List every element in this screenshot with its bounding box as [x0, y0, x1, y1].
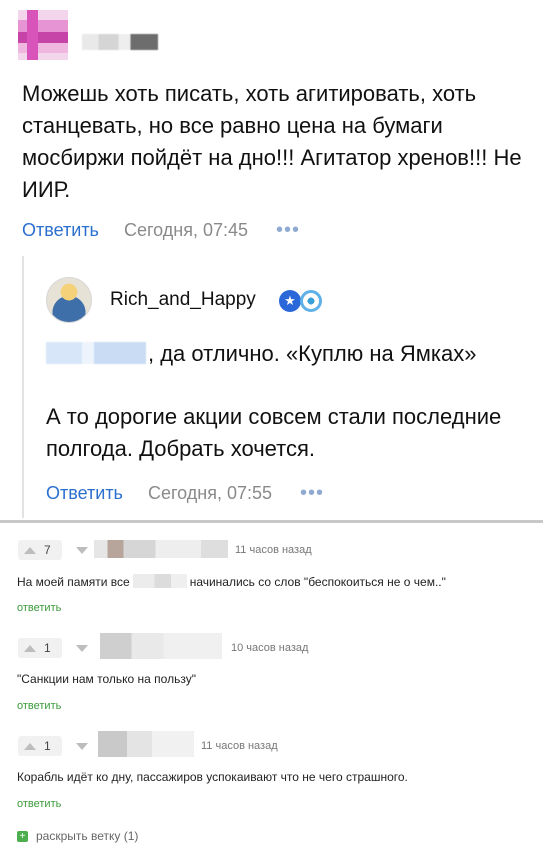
- more-options-icon[interactable]: •••: [276, 219, 300, 242]
- target-badge-icon: [300, 290, 322, 312]
- reply-text-line1: , да отлично. «Куплю на Ямках»: [148, 341, 477, 366]
- comment-text: Корабль идёт ко дну, пассажиров успокаив…: [17, 770, 408, 784]
- vote-count: 1: [44, 641, 51, 655]
- author-name-redacted[interactable]: [82, 34, 158, 50]
- mention-redacted[interactable]: [46, 342, 146, 364]
- star-badge-icon: ★: [279, 290, 301, 312]
- post-actions: Ответить Сегодня, 07:45 •••: [22, 219, 300, 242]
- comment-reply-button[interactable]: ответить: [17, 602, 61, 614]
- upvote-icon[interactable]: [24, 546, 36, 554]
- author-avatar[interactable]: [18, 10, 68, 60]
- reply-more-options-icon[interactable]: •••: [300, 482, 324, 505]
- upvote-control[interactable]: 1: [18, 638, 62, 658]
- reply-button[interactable]: Ответить: [22, 220, 99, 241]
- vote-count: 1: [44, 739, 51, 753]
- reply-author-name[interactable]: Rich_and_Happy: [110, 289, 256, 311]
- comment-time: 10 часов назад: [231, 642, 309, 654]
- comment-time: 11 часов назад: [201, 740, 278, 752]
- downvote-icon[interactable]: [76, 645, 88, 652]
- commenter-redacted[interactable]: [98, 731, 194, 757]
- comment-text-redacted: [132, 574, 187, 588]
- reply-reply-button[interactable]: Ответить: [46, 483, 123, 504]
- reply-author-avatar[interactable]: [46, 277, 92, 323]
- downvote-icon[interactable]: [76, 547, 88, 554]
- thread-line: [22, 256, 24, 518]
- comment-text-end: начинались со слов "беспокоиться не о че…: [189, 575, 446, 589]
- reply-text-line2: А то дорогие акции совсем стали последни…: [46, 404, 502, 461]
- post-timestamp: Сегодня, 07:45: [123, 220, 248, 240]
- vote-count: 7: [44, 543, 51, 557]
- comment-text-start: На моей памяти все: [17, 575, 130, 589]
- comment-reply-button[interactable]: ответить: [17, 798, 61, 810]
- expand-thread-button[interactable]: + раскрыть ветку (1): [17, 829, 138, 843]
- upvote-control[interactable]: 7: [18, 540, 62, 560]
- reply-actions: Ответить Сегодня, 07:55 •••: [46, 482, 324, 505]
- commenter-redacted[interactable]: [94, 540, 228, 558]
- upvote-icon[interactable]: [24, 742, 36, 750]
- plus-icon: +: [17, 830, 28, 842]
- comment-reply-button[interactable]: ответить: [17, 700, 61, 712]
- downvote-icon[interactable]: [76, 743, 88, 750]
- main-post: Можешь хоть писать, хоть агитировать, хо…: [0, 0, 543, 520]
- commenter-redacted[interactable]: [100, 633, 222, 659]
- upvote-control[interactable]: 1: [18, 736, 62, 756]
- comment-text: "Санкции нам только на пользу": [17, 672, 196, 686]
- upvote-icon[interactable]: [24, 644, 36, 652]
- comment-time: 11 часов назад: [235, 544, 312, 556]
- author-badges: ★: [279, 289, 323, 313]
- post-text: Можешь хоть писать, хоть агитировать, хо…: [22, 81, 522, 202]
- section-divider: [0, 520, 543, 523]
- expand-thread-label: раскрыть ветку (1): [36, 829, 139, 843]
- comment-text: На моей памяти все начинались со слов "бе…: [17, 574, 446, 589]
- reply-timestamp: Сегодня, 07:55: [147, 483, 272, 503]
